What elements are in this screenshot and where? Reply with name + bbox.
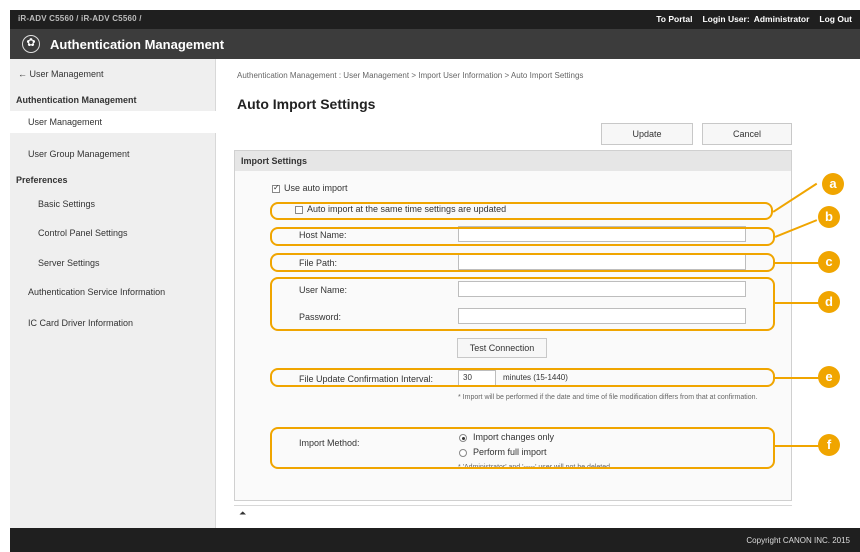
back-arrow-icon: ← xyxy=(18,69,27,79)
callout-marker-b: b xyxy=(818,206,840,228)
callout-leader-f xyxy=(775,445,821,447)
use-auto-import-checkbox[interactable] xyxy=(272,183,280,193)
callout-leader-e xyxy=(775,377,821,379)
settings-logo-icon: ✿ xyxy=(22,35,40,53)
interval-note: * Import will be performed if the date a… xyxy=(458,394,758,401)
logout-link[interactable]: Log Out xyxy=(819,14,852,24)
sidebar-item-basic-settings[interactable]: Basic Settings xyxy=(10,199,216,209)
footer: Copyright CANON INC. 2015 xyxy=(10,528,860,552)
scroll-to-top-icon[interactable]: ⏶ xyxy=(239,508,246,519)
use-auto-import-label: Use auto import xyxy=(284,183,348,193)
sidebar-item-control-panel-settings[interactable]: Control Panel Settings xyxy=(10,228,216,238)
callout-marker-e: e xyxy=(818,366,840,388)
callout-marker-a: a xyxy=(822,173,844,195)
callout-box-d xyxy=(270,277,775,331)
use-auto-import-row: Use auto import xyxy=(272,183,348,193)
sidebar-item-user-group-management[interactable]: User Group Management xyxy=(10,149,216,159)
page-title: Auto Import Settings xyxy=(237,96,376,112)
sidebar-back-link[interactable]: ← User Management xyxy=(10,69,216,79)
header-links: To Portal Login User: Administrator Log … xyxy=(656,14,852,24)
sidebar-back-label: User Management xyxy=(29,69,104,79)
login-user-name: Administrator xyxy=(753,14,810,24)
app-title: Authentication Management xyxy=(50,37,225,52)
test-connection-button[interactable]: Test Connection xyxy=(457,338,547,358)
copyright: Copyright CANON INC. 2015 xyxy=(746,536,850,545)
login-user-label: Login User: xyxy=(702,14,750,24)
callout-box-c xyxy=(270,253,775,272)
callout-marker-d: d xyxy=(818,291,840,313)
callout-marker-f: f xyxy=(818,434,840,456)
title-bar: ✿ Authentication Management xyxy=(10,29,860,59)
sidebar-item-user-management[interactable]: User Management xyxy=(10,111,216,133)
callout-leader-d xyxy=(775,302,821,304)
callout-box-f xyxy=(270,427,775,469)
callout-marker-c: c xyxy=(818,251,840,273)
to-portal-link[interactable]: To Portal xyxy=(656,14,692,24)
sidebar-item-ic-card-driver-information[interactable]: IC Card Driver Information xyxy=(10,318,216,328)
sidebar-preferences-heading: Preferences xyxy=(16,175,68,185)
sidebar: ← User Management Authentication Managem… xyxy=(10,59,216,528)
callout-leader-c xyxy=(775,262,821,264)
callout-box-e xyxy=(270,368,775,387)
device-name: iR-ADV C5560 / iR-ADV C5560 / xyxy=(18,14,142,23)
sidebar-item-server-settings[interactable]: Server Settings xyxy=(10,258,216,268)
breadcrumb: Authentication Management : User Managem… xyxy=(237,71,584,80)
sidebar-section-title[interactable]: Authentication Management xyxy=(10,95,216,105)
panel-title: Import Settings xyxy=(235,151,791,171)
callout-box-b xyxy=(270,227,775,246)
callout-box-a xyxy=(270,202,773,220)
cancel-button[interactable]: Cancel xyxy=(702,123,792,145)
top-bar: iR-ADV C5560 / iR-ADV C5560 / To Portal … xyxy=(10,10,860,29)
content-divider xyxy=(234,505,792,506)
update-button[interactable]: Update xyxy=(601,123,693,145)
sidebar-item-authentication-service-information[interactable]: Authentication Service Information xyxy=(10,287,216,297)
